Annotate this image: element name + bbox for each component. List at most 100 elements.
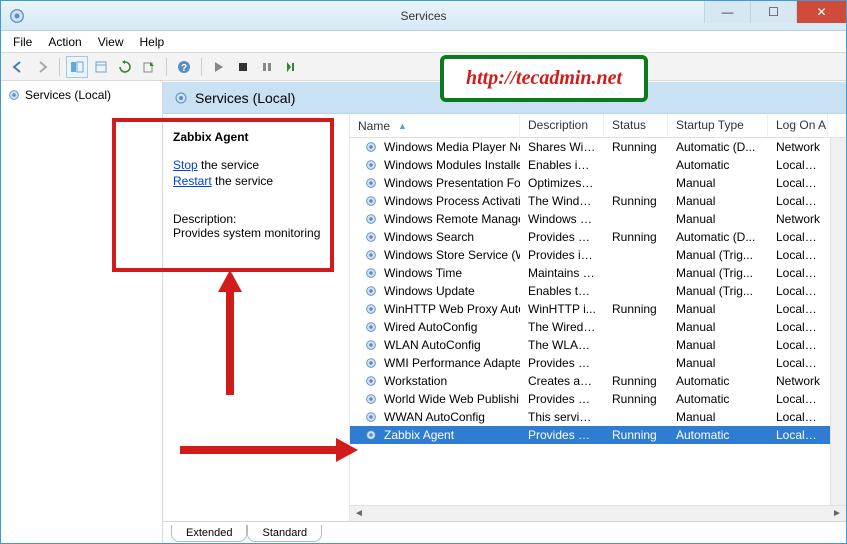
table-row[interactable]: Zabbix AgentProvides sys...RunningAutoma… xyxy=(350,426,846,444)
service-desc: Provides inf... xyxy=(520,248,604,262)
help-button[interactable]: ? xyxy=(173,56,195,78)
column-headers: Name▲ Description Status Startup Type Lo… xyxy=(350,114,846,138)
service-desc: Provides sys... xyxy=(520,428,604,442)
watermark-annotation: http://tecadmin.net xyxy=(440,55,648,102)
toolbar-separator xyxy=(201,58,202,76)
table-row[interactable]: WMI Performance AdapterProvides pe...Man… xyxy=(350,354,846,372)
service-desc: Provides co... xyxy=(520,230,604,244)
service-name: Windows Remote Manage... xyxy=(384,212,520,226)
service-status: Running xyxy=(604,392,668,406)
service-name: WinHTTP Web Proxy Auto-... xyxy=(384,302,520,316)
play-button[interactable] xyxy=(208,56,230,78)
table-row[interactable]: Windows Remote Manage...Windows R...Manu… xyxy=(350,210,846,228)
service-logon: Network xyxy=(768,140,828,154)
menu-view[interactable]: View xyxy=(98,35,124,49)
service-logon: Local Sys xyxy=(768,284,828,298)
table-body[interactable]: Windows Media Player Net...Shares Win...… xyxy=(350,138,846,505)
services-table: Name▲ Description Status Startup Type Lo… xyxy=(349,114,846,521)
service-logon: Local Ser xyxy=(768,266,828,280)
right-panel: Services (Local) Zabbix Agent Stop the s… xyxy=(163,82,846,543)
service-logon: Local Sys xyxy=(768,194,828,208)
svg-text:?: ? xyxy=(181,63,187,74)
close-button[interactable]: ✕ xyxy=(796,1,846,23)
service-logon: Local Ser xyxy=(768,248,828,262)
stop-button[interactable] xyxy=(232,56,254,78)
service-startup: Manual xyxy=(668,356,768,370)
service-startup: Automatic xyxy=(668,428,768,442)
service-name: Windows Presentation Fou... xyxy=(384,176,520,190)
menu-help[interactable]: Help xyxy=(140,35,165,49)
service-status: Running xyxy=(604,194,668,208)
minimize-button[interactable]: — xyxy=(704,1,750,23)
table-row[interactable]: Windows Modules InstallerEnables inst...… xyxy=(350,156,846,174)
service-desc: Enables inst... xyxy=(520,158,604,172)
toolbar: ? xyxy=(1,53,846,81)
service-logon: Local Sys xyxy=(768,428,828,442)
menu-file[interactable]: File xyxy=(13,35,32,49)
show-hide-tree-button[interactable] xyxy=(66,56,88,78)
restart-service-line: Restart the service xyxy=(173,174,339,188)
service-logon: Local Sys xyxy=(768,338,828,352)
forward-button[interactable] xyxy=(31,56,53,78)
column-name[interactable]: Name▲ xyxy=(350,114,520,137)
table-row[interactable]: WorkstationCreates and...RunningAutomati… xyxy=(350,372,846,390)
service-logon: Local Sys xyxy=(768,392,828,406)
table-row[interactable]: Windows Process Activati...The Windo...R… xyxy=(350,192,846,210)
service-name: WWAN AutoConfig xyxy=(384,410,485,424)
detail-panel: Zabbix Agent Stop the service Restart th… xyxy=(163,114,349,521)
column-status[interactable]: Status xyxy=(604,114,668,137)
horizontal-scrollbar[interactable]: ◄ ► xyxy=(350,505,846,521)
service-status: Running xyxy=(604,230,668,244)
scroll-right-icon[interactable]: ► xyxy=(830,508,844,519)
properties-button[interactable] xyxy=(90,56,112,78)
table-row[interactable]: Windows UpdateEnables the ...Manual (Tri… xyxy=(350,282,846,300)
vertical-scrollbar[interactable] xyxy=(830,138,846,505)
back-button[interactable] xyxy=(7,56,29,78)
service-startup: Manual xyxy=(668,320,768,334)
selected-service-name: Zabbix Agent xyxy=(173,130,339,144)
service-name: Zabbix Agent xyxy=(384,428,454,442)
export-button[interactable] xyxy=(138,56,160,78)
service-name: Wired AutoConfig xyxy=(384,320,477,334)
service-startup: Manual xyxy=(668,194,768,208)
table-row[interactable]: Windows SearchProvides co...RunningAutom… xyxy=(350,228,846,246)
table-row[interactable]: WLAN AutoConfigThe WLANS...ManualLocal S… xyxy=(350,336,846,354)
service-desc: The Windo... xyxy=(520,194,604,208)
table-row[interactable]: Windows TimeMaintains d...Manual (Trig..… xyxy=(350,264,846,282)
restart-service-link[interactable]: Restart xyxy=(173,174,212,188)
column-log-on-as[interactable]: Log On A xyxy=(768,114,828,137)
description-label: Description: xyxy=(173,212,339,226)
service-desc: WinHTTP i... xyxy=(520,302,604,316)
toolbar-separator xyxy=(59,58,60,76)
service-status: Running xyxy=(604,140,668,154)
stop-service-link[interactable]: Stop xyxy=(173,158,198,172)
refresh-button[interactable] xyxy=(114,56,136,78)
tab-standard[interactable]: Standard xyxy=(247,525,322,542)
service-startup: Automatic (D... xyxy=(668,140,768,154)
menu-action[interactable]: Action xyxy=(48,35,81,49)
restart-button[interactable] xyxy=(280,56,302,78)
service-desc: Enables the ... xyxy=(520,284,604,298)
service-desc: Shares Win... xyxy=(520,140,604,154)
stop-service-line: Stop the service xyxy=(173,158,339,172)
column-startup-type[interactable]: Startup Type xyxy=(668,114,768,137)
service-name: Windows Time xyxy=(384,266,462,280)
table-row[interactable]: Windows Store Service (WS...Provides inf… xyxy=(350,246,846,264)
table-row[interactable]: Windows Media Player Net...Shares Win...… xyxy=(350,138,846,156)
table-row[interactable]: WinHTTP Web Proxy Auto-...WinHTTP i...Ru… xyxy=(350,300,846,318)
table-row[interactable]: Windows Presentation Fou...Optimizes p..… xyxy=(350,174,846,192)
service-desc: Maintains d... xyxy=(520,266,604,280)
table-row[interactable]: World Wide Web Publishi...Provides W...R… xyxy=(350,390,846,408)
table-row[interactable]: Wired AutoConfigThe Wired ...ManualLocal… xyxy=(350,318,846,336)
tab-extended[interactable]: Extended xyxy=(171,525,247,542)
titlebar: Services — ☐ ✕ xyxy=(1,1,846,31)
description-text: Provides system monitoring xyxy=(173,226,339,240)
tree-item-services-local[interactable]: Services (Local) xyxy=(1,86,162,104)
table-row[interactable]: WWAN AutoConfigThis service ...ManualLoc… xyxy=(350,408,846,426)
service-name: World Wide Web Publishi... xyxy=(384,392,520,406)
pause-button[interactable] xyxy=(256,56,278,78)
column-description[interactable]: Description xyxy=(520,114,604,137)
maximize-button[interactable]: ☐ xyxy=(750,1,796,23)
service-logon: Local Sys xyxy=(768,230,828,244)
scroll-left-icon[interactable]: ◄ xyxy=(352,508,366,519)
